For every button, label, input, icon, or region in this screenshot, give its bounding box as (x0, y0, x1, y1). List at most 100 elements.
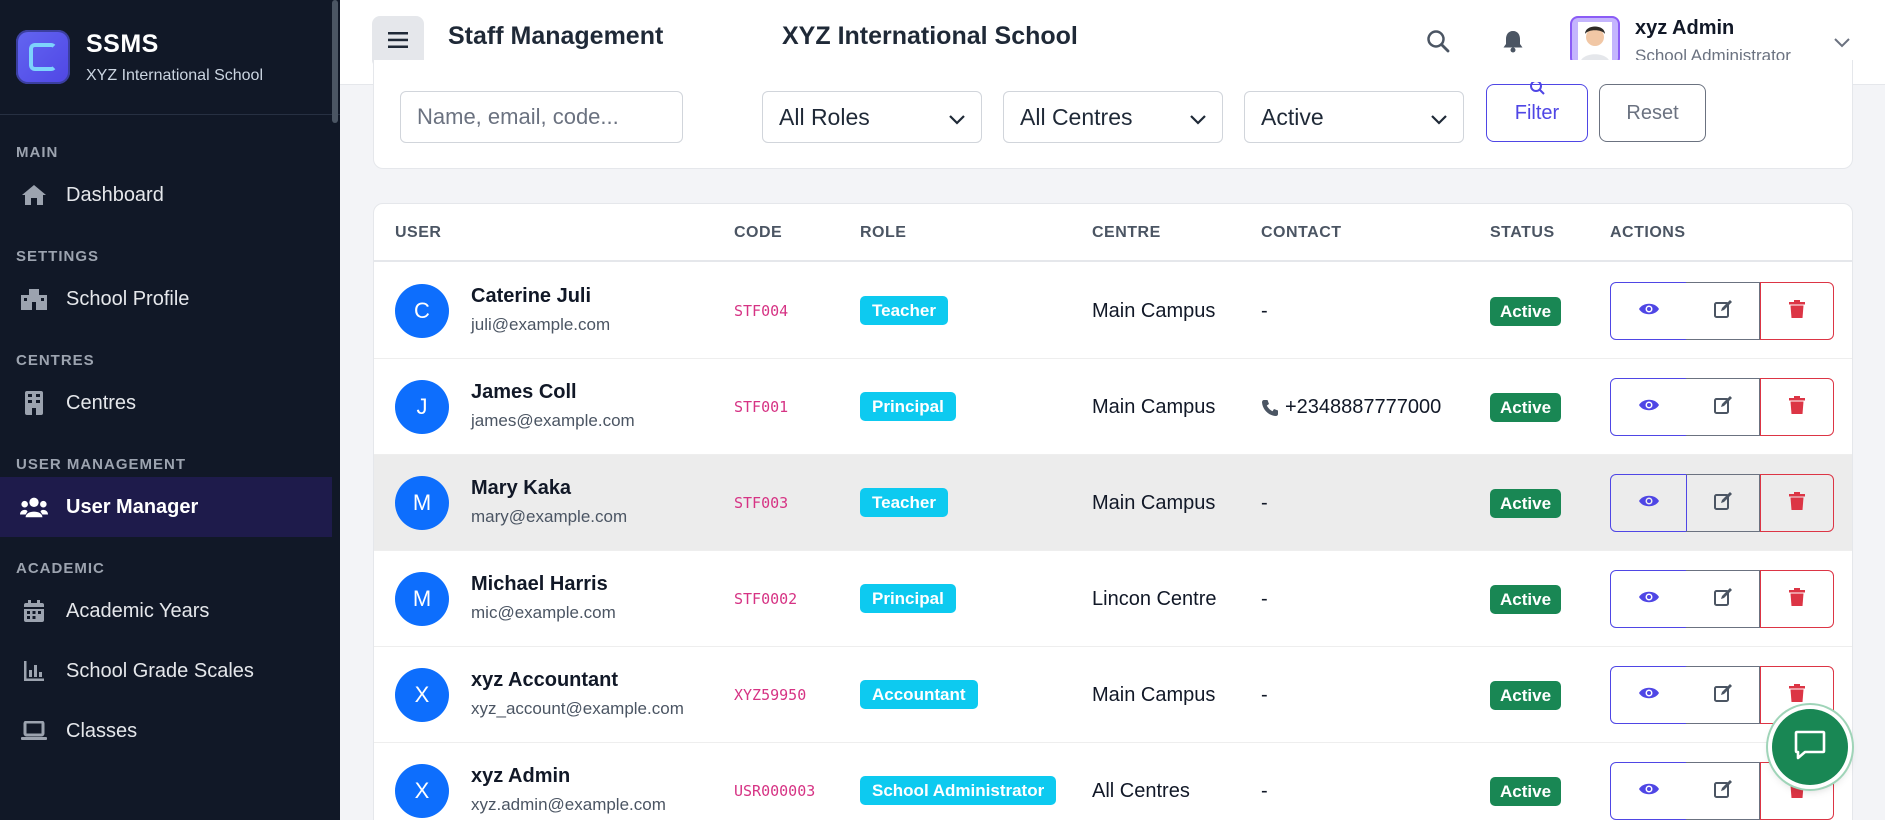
role-badge: Principal (860, 584, 956, 613)
contact: - (1261, 300, 1268, 322)
eye-icon (1638, 782, 1660, 801)
sidebar-item-school-grade-scales[interactable]: School Grade Scales (0, 641, 340, 701)
sidebar-item-label: User Manager (66, 495, 199, 518)
status-badge: Active (1490, 681, 1562, 710)
sidebar-item-dashboard[interactable]: Dashboard (0, 165, 340, 225)
user-email: mary@example.com (471, 507, 628, 526)
centre-name: Main Campus (1092, 396, 1216, 418)
user-avatar: J (395, 380, 449, 434)
user-name: James Coll (471, 381, 577, 403)
user-name[interactable]: xyz Admin (1635, 17, 1734, 40)
edit-icon (1713, 779, 1733, 804)
contact: +2348887777000 (1261, 396, 1441, 419)
role-badge: Principal (860, 392, 956, 421)
delete-button[interactable] (1760, 282, 1834, 340)
sidebar-item-school-profile[interactable]: School Profile (0, 269, 340, 329)
edit-icon (1713, 299, 1733, 324)
user-email: xyz_account@example.com (471, 699, 684, 718)
staff-code: XYZ59950 (734, 686, 807, 704)
table-row[interactable]: M Michael Harris mic@example.com STF0002… (374, 551, 1852, 647)
page-title: Staff Management (448, 22, 664, 50)
edit-button[interactable] (1686, 666, 1760, 724)
trash-icon (1789, 491, 1805, 515)
reset-button[interactable]: Reset (1599, 84, 1706, 142)
edit-button[interactable] (1686, 570, 1760, 628)
eye-icon (1638, 494, 1660, 513)
school-name: XYZ International School (782, 22, 1078, 50)
column-header-user: USER (395, 224, 442, 241)
sidebar-item-label: Classes (66, 719, 138, 742)
edit-button[interactable] (1686, 474, 1760, 532)
role-badge: Accountant (860, 680, 978, 709)
eye-icon (1638, 398, 1660, 417)
table-row[interactable]: J James Coll james@example.com STF001 Pr… (374, 359, 1852, 455)
chevron-down-icon[interactable] (1827, 28, 1857, 58)
edit-button[interactable] (1686, 282, 1760, 340)
sidebar-item-classes[interactable]: Classes (0, 701, 340, 761)
centre-select[interactable]: All Centres (1003, 91, 1223, 143)
staff-code: USR000003 (734, 782, 816, 800)
delete-button[interactable] (1760, 378, 1834, 436)
role-badge: School Administrator (860, 776, 1057, 805)
filter-button-label: Filter (1514, 101, 1560, 124)
avatar[interactable] (1570, 16, 1620, 66)
trash-icon (1789, 587, 1805, 611)
brand[interactable]: SSMS XYZ International School (0, 0, 340, 115)
view-button[interactable] (1610, 762, 1687, 820)
view-button[interactable] (1610, 378, 1687, 436)
search-input[interactable]: Name, email, code... (400, 91, 683, 143)
view-button[interactable] (1610, 570, 1687, 628)
sidebar-item-centres[interactable]: Centres (0, 373, 340, 433)
nav-section-main: MAIN (16, 143, 59, 161)
view-button[interactable] (1610, 282, 1687, 340)
nav-section-academic: ACADEMIC (16, 559, 105, 577)
table-row[interactable]: M Mary Kaka mary@example.com STF003 Teac… (374, 455, 1852, 551)
table-row[interactable]: X xyz Accountant xyz_account@example.com… (374, 647, 1852, 743)
edit-button[interactable] (1686, 762, 1760, 820)
status-badge: Active (1490, 777, 1562, 806)
search-icon (1528, 79, 1546, 102)
chat-icon (1793, 729, 1827, 766)
sidebar-item-user-manager[interactable]: User Manager (0, 477, 332, 537)
centre-name: Main Campus (1092, 300, 1216, 322)
role-badge: Teacher (860, 296, 948, 325)
eye-icon (1638, 302, 1660, 321)
delete-button[interactable] (1760, 474, 1834, 532)
edit-button[interactable] (1686, 378, 1760, 436)
user-name: Michael Harris (471, 573, 608, 595)
edit-icon (1713, 491, 1733, 516)
chat-button[interactable] (1772, 709, 1848, 785)
laptop-icon (20, 717, 48, 745)
filter-bar: Name, email, code... All Roles All Centr… (373, 60, 1853, 169)
view-button[interactable] (1610, 666, 1687, 724)
view-button[interactable] (1610, 474, 1687, 532)
users-icon (20, 493, 48, 521)
sidebar-item-academic-years[interactable]: Academic Years (0, 581, 340, 641)
user-email: xyz.admin@example.com (471, 795, 666, 814)
status-select[interactable]: Active (1244, 91, 1464, 143)
column-header-status: STATUS (1490, 224, 1555, 241)
home-icon (20, 181, 48, 209)
sidebar-item-label: Dashboard (66, 183, 164, 206)
filter-button[interactable]: Filter (1486, 80, 1588, 142)
table-row[interactable]: X xyz Admin xyz.admin@example.com USR000… (374, 743, 1852, 820)
building-icon (20, 389, 48, 417)
bell-icon[interactable] (1498, 26, 1528, 56)
column-header-actions: ACTIONS (1610, 224, 1686, 241)
delete-button[interactable] (1760, 570, 1834, 628)
staff-table: USER CODE ROLE CENTRE CONTACT STATUS ACT… (373, 203, 1853, 820)
table-header: USER CODE ROLE CENTRE CONTACT STATUS ACT… (374, 204, 1852, 262)
sidebar-scrollbar[interactable] (332, 0, 338, 123)
table-row[interactable]: C Caterine Juli juli@example.com STF004 … (374, 263, 1852, 359)
user-name: xyz Accountant (471, 669, 619, 691)
role-select[interactable]: All Roles (762, 91, 982, 143)
nav-section-settings: SETTINGS (16, 247, 100, 265)
status-select-value: Active (1261, 103, 1324, 130)
user-name: Mary Kaka (471, 477, 572, 499)
chevron-down-icon (1190, 104, 1206, 131)
sidebar-item-label: School Grade Scales (66, 659, 254, 682)
contact: - (1261, 588, 1268, 610)
sidebar-item-label: Academic Years (66, 599, 210, 622)
user-email: juli@example.com (471, 315, 611, 334)
search-icon[interactable] (1423, 26, 1453, 56)
